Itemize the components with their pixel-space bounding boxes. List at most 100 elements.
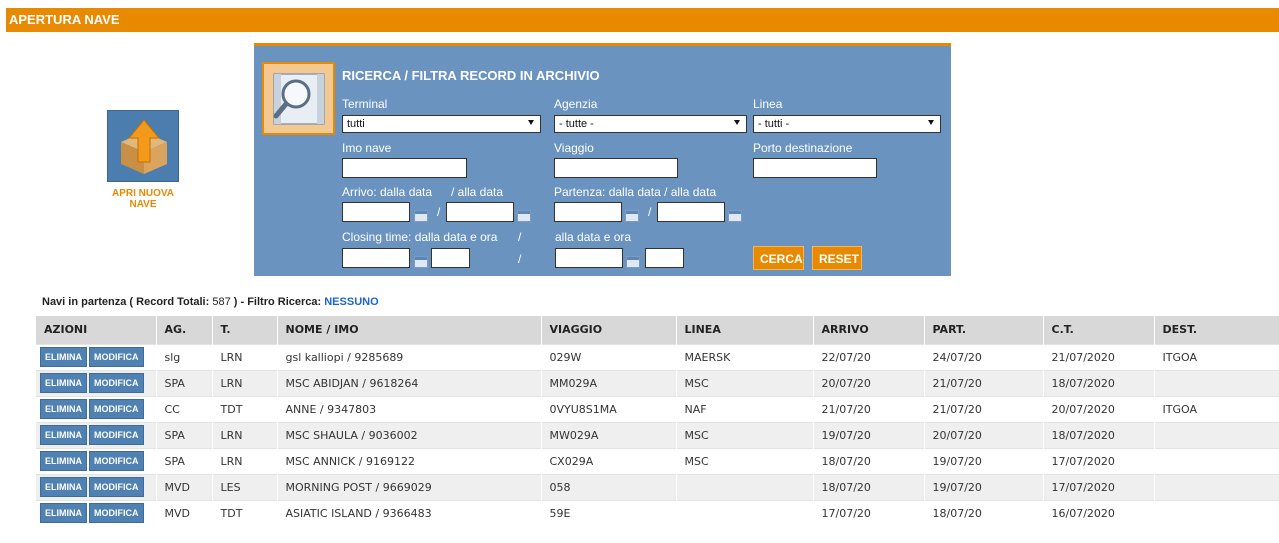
modifica-button[interactable]: MODIFICA xyxy=(89,477,144,497)
arrivo-to-input[interactable] xyxy=(446,202,514,222)
viaggio-input[interactable] xyxy=(554,158,678,178)
cell-part: 19/07/20 xyxy=(924,447,1044,474)
imo-input[interactable] xyxy=(342,158,467,178)
row-actions: ELIMINA MODIFICA xyxy=(36,343,157,370)
calendar-icon[interactable] xyxy=(414,210,428,222)
cell-linea: NAF xyxy=(676,395,814,422)
elimina-button[interactable]: ELIMINA xyxy=(40,477,87,497)
modifica-button[interactable]: MODIFICA xyxy=(89,347,144,367)
viaggio-label: Viaggio xyxy=(554,141,594,155)
cell-nome: MSC ANNICK / 9169122 xyxy=(277,447,542,474)
agenzia-select-value: - tutte - xyxy=(559,118,594,130)
cell-t: LRN xyxy=(212,421,278,448)
cell-arrivo: 22/07/20 xyxy=(813,343,925,370)
arrivo-from-label: Arrivo: dalla data xyxy=(342,185,433,199)
closing-from-label: Closing time: dalla data e ora xyxy=(342,230,498,244)
porto-input[interactable] xyxy=(753,158,877,178)
cell-ct: 18/07/2020 xyxy=(1043,369,1155,396)
cell-nome: MSC ABIDJAN / 9618264 xyxy=(277,369,542,396)
cell-linea: MSC xyxy=(676,421,814,448)
cell-ct: 20/07/2020 xyxy=(1043,395,1155,422)
cell-arrivo: 19/07/20 xyxy=(813,421,925,448)
calendar-icon[interactable] xyxy=(414,256,428,268)
imo-label: Imo nave xyxy=(342,141,392,155)
cell-ct: 16/07/2020 xyxy=(1043,499,1155,526)
calendar-icon[interactable] xyxy=(517,210,531,222)
cell-part: 21/07/20 xyxy=(924,369,1044,396)
cell-arrivo: 18/07/20 xyxy=(813,447,925,474)
row-actions: ELIMINA MODIFICA xyxy=(36,447,157,474)
col-ct[interactable]: C.T. xyxy=(1043,316,1155,344)
new-ship-button[interactable]: APRI NUOVA NAVE xyxy=(107,110,179,210)
cell-linea xyxy=(676,499,814,526)
elimina-button[interactable]: ELIMINA xyxy=(40,373,87,393)
cell-ag: SPA xyxy=(156,369,213,396)
cell-nome: MSC SHAULA / 9036002 xyxy=(277,421,542,448)
row-actions: ELIMINA MODIFICA xyxy=(36,395,157,422)
closing-to-date-input[interactable] xyxy=(555,248,623,268)
col-t[interactable]: T. xyxy=(212,316,278,344)
calendar-icon[interactable] xyxy=(728,210,742,222)
modifica-button[interactable]: MODIFICA xyxy=(89,373,144,393)
cell-linea: MSC xyxy=(676,369,814,396)
calendar-icon[interactable] xyxy=(626,256,640,268)
col-nome[interactable]: NOME / IMO xyxy=(277,316,542,344)
closing-from-time-input[interactable] xyxy=(431,248,470,268)
col-part[interactable]: PART. xyxy=(924,316,1044,344)
closing-to-time-input[interactable] xyxy=(645,248,684,268)
arrivo-from-input[interactable] xyxy=(342,202,410,222)
modifica-button[interactable]: MODIFICA xyxy=(89,503,144,524)
terminal-select[interactable]: tutti xyxy=(342,115,541,133)
cerca-button[interactable]: CERCA xyxy=(753,246,804,270)
modifica-button[interactable]: MODIFICA xyxy=(89,399,144,419)
date-separator: / xyxy=(518,252,522,266)
table-row: ELIMINA MODIFICA slg LRN gsl kalliopi / 9285… xyxy=(36,343,1279,370)
calendar-icon[interactable] xyxy=(625,210,639,222)
record-count: 587 xyxy=(212,296,231,308)
cell-linea: MSC xyxy=(676,447,814,474)
cell-ag: MVD xyxy=(156,473,213,500)
cell-arrivo: 17/07/20 xyxy=(813,499,925,526)
cell-part: 24/07/20 xyxy=(924,343,1044,370)
linea-select[interactable]: - tutti - xyxy=(753,115,941,133)
col-ag[interactable]: AG. xyxy=(156,316,213,344)
summary-prefix: Navi in partenza ( Record Totali: xyxy=(42,296,210,308)
cell-part: 20/07/20 xyxy=(924,421,1044,448)
active-filter: NESSUNO xyxy=(324,296,379,308)
elimina-button[interactable]: ELIMINA xyxy=(40,451,87,471)
closing-to-label: alla data e ora xyxy=(555,230,632,244)
cell-viaggio: 59E xyxy=(541,499,677,526)
col-linea[interactable]: LINEA xyxy=(676,316,814,344)
elimina-button[interactable]: ELIMINA xyxy=(40,503,87,524)
cell-ag: slg xyxy=(156,343,213,370)
modifica-button[interactable]: MODIFICA xyxy=(89,425,144,445)
table-body: ELIMINA MODIFICA slg LRN gsl kalliopi / 9285… xyxy=(36,343,1279,526)
cell-dest xyxy=(1154,421,1279,448)
closing-from-date-input[interactable] xyxy=(342,248,410,268)
reset-button[interactable]: RESET xyxy=(812,246,862,270)
col-arrivo[interactable]: ARRIVO xyxy=(813,316,925,344)
col-viaggio[interactable]: VIAGGIO xyxy=(541,316,677,344)
col-dest[interactable]: DEST. xyxy=(1154,316,1279,344)
elimina-button[interactable]: ELIMINA xyxy=(40,425,87,445)
terminal-select-value: tutti xyxy=(347,118,365,130)
agenzia-select[interactable]: - tutte - xyxy=(554,115,747,133)
elimina-button[interactable]: ELIMINA xyxy=(40,399,87,419)
table-row: ELIMINA MODIFICA MVD TDT ASIATIC ISLAND / 93… xyxy=(36,499,1279,526)
partenza-to-input[interactable] xyxy=(657,202,725,222)
cell-nome: ANNE / 9347803 xyxy=(277,395,542,422)
closing-separator-label: / xyxy=(518,230,522,244)
table-header-row: AZIONI AG. T. NOME / IMO VIAGGIO LINEA A… xyxy=(36,316,1279,344)
table-row: ELIMINA MODIFICA SPA LRN MSC ANNICK / 916912… xyxy=(36,447,1279,474)
cell-dest: ITGOA xyxy=(1154,395,1279,422)
arrivo-to-label: / alla data xyxy=(451,185,504,199)
cell-ct: 21/07/2020 xyxy=(1043,343,1155,370)
modifica-button[interactable]: MODIFICA xyxy=(89,451,144,471)
elimina-button[interactable]: ELIMINA xyxy=(40,347,87,367)
cell-dest xyxy=(1154,369,1279,396)
table-row: ELIMINA MODIFICA MVD LES MORNING POST / 9669… xyxy=(36,473,1279,500)
linea-label: Linea xyxy=(753,97,783,111)
cell-viaggio: MW029A xyxy=(541,421,677,448)
partenza-from-input[interactable] xyxy=(554,202,622,222)
cell-nome: gsl kalliopi / 9285689 xyxy=(277,343,542,370)
